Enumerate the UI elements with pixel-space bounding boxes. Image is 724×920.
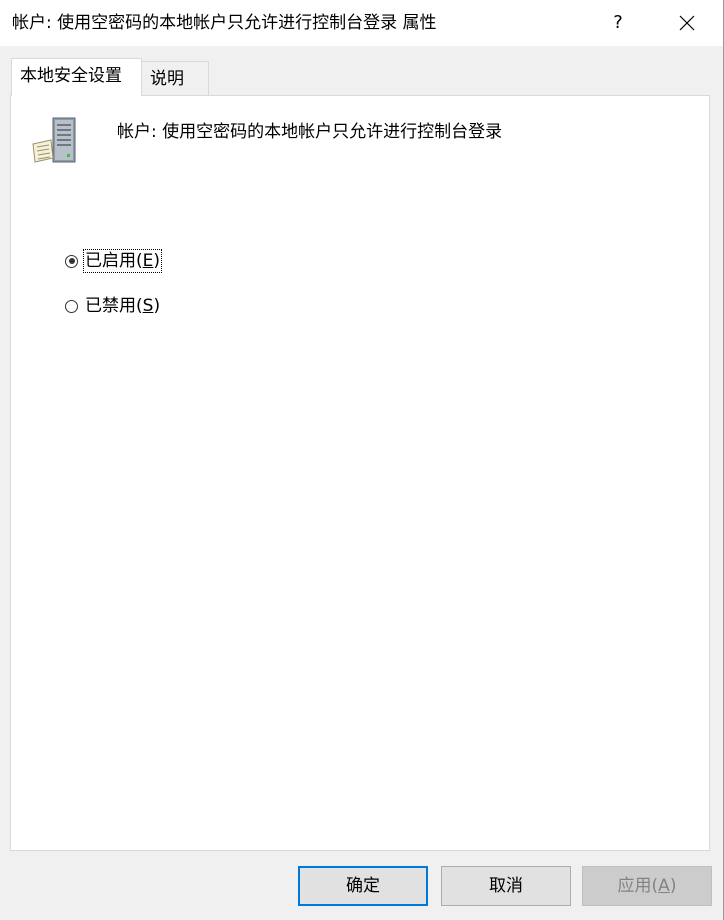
- window-title: 帐户: 使用空密码的本地帐户只允许进行控制台登录 属性: [12, 13, 437, 33]
- cancel-button[interactable]: 取消: [441, 866, 571, 906]
- enabled-radio[interactable]: [65, 254, 78, 268]
- close-button[interactable]: [664, 0, 710, 46]
- close-icon: [679, 15, 695, 31]
- apply-button[interactable]: 应用(A): [582, 866, 712, 906]
- title-bar[interactable]: 帐户: 使用空密码的本地帐户只允许进行控制台登录 属性 ?: [0, 0, 723, 46]
- tab-local-security-setting[interactable]: 本地安全设置: [11, 58, 142, 96]
- enabled-label[interactable]: 已启用(E): [82, 249, 163, 273]
- help-button[interactable]: ?: [596, 0, 640, 46]
- server-policy-icon: [32, 117, 76, 163]
- tab-panel: 帐户: 使用空密码的本地帐户只允许进行控制台登录 已启用(E) 已禁用(S): [10, 95, 710, 851]
- disabled-label[interactable]: 已禁用(S): [84, 295, 161, 317]
- enabled-option[interactable]: 已启用(E): [65, 248, 163, 274]
- properties-dialog: 帐户: 使用空密码的本地帐户只允许进行控制台登录 属性 ? 本地安全设置 说明: [0, 0, 724, 920]
- tab-explain[interactable]: 说明: [141, 61, 209, 95]
- policy-name: 帐户: 使用空密码的本地帐户只允许进行控制台登录: [117, 122, 503, 142]
- disabled-option[interactable]: 已禁用(S): [65, 293, 161, 319]
- disabled-radio[interactable]: [65, 299, 78, 313]
- ok-button[interactable]: 确定: [298, 866, 428, 906]
